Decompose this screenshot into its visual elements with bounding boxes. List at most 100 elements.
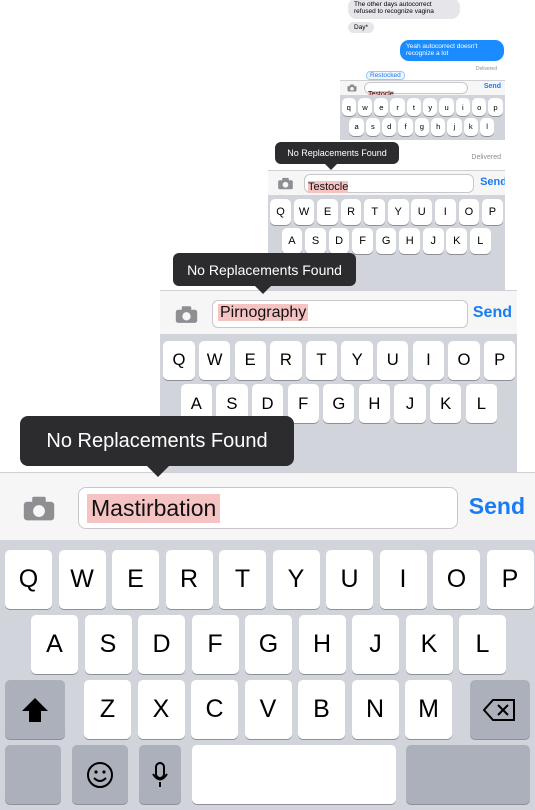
key-o[interactable]: o [472, 98, 487, 117]
numbers-key[interactable] [5, 745, 61, 804]
key-u[interactable]: U [326, 550, 373, 609]
key-l[interactable]: L [465, 383, 497, 424]
key-k[interactable]: K [446, 228, 468, 254]
key-y[interactable]: Y [387, 199, 409, 226]
key-i[interactable]: I [379, 550, 427, 609]
key-n[interactable]: N [351, 680, 399, 739]
emoji-key[interactable] [72, 745, 128, 804]
key-r[interactable]: R [270, 340, 302, 380]
key-k[interactable]: K [430, 383, 462, 424]
key-p[interactable]: p [488, 98, 503, 117]
key-l[interactable]: L [459, 615, 506, 674]
send-button[interactable]: Send [480, 176, 505, 188]
key-u[interactable]: U [377, 340, 409, 380]
key-h[interactable]: h [431, 117, 446, 136]
key-f[interactable]: F [287, 383, 319, 424]
send-button[interactable]: Send [484, 83, 501, 90]
key-t[interactable]: T [364, 199, 386, 226]
key-g[interactable]: G [375, 228, 397, 254]
key-r[interactable]: r [390, 98, 405, 117]
key-m[interactable]: M [405, 680, 452, 739]
key-e[interactable]: E [317, 199, 338, 226]
space-key[interactable] [192, 745, 396, 804]
shift-key[interactable] [5, 680, 65, 739]
key-i[interactable]: I [434, 199, 456, 226]
key-g[interactable]: G [245, 615, 292, 674]
key-u[interactable]: u [439, 98, 454, 117]
send-button[interactable]: Send [469, 493, 525, 520]
key-q[interactable]: Q [270, 199, 291, 226]
key-x[interactable]: X [137, 680, 185, 739]
key-p[interactable]: P [484, 340, 516, 380]
key-a[interactable]: a [349, 117, 364, 136]
key-i[interactable]: I [412, 340, 445, 380]
message-input[interactable]: Testocle [304, 174, 474, 193]
key-f[interactable]: f [398, 117, 413, 136]
key-h[interactable]: H [399, 228, 420, 254]
key-o[interactable]: O [458, 199, 480, 226]
key-p[interactable]: P [486, 550, 534, 609]
key-w[interactable]: w [357, 98, 373, 117]
key-s[interactable]: S [305, 228, 326, 254]
backspace-key[interactable] [470, 680, 530, 739]
key-g[interactable]: g [414, 117, 430, 136]
key-q[interactable]: Q [5, 550, 52, 609]
key-f[interactable]: F [191, 615, 239, 674]
camera-icon[interactable] [347, 84, 357, 92]
key-e[interactable]: e [374, 98, 389, 117]
key-l[interactable]: L [469, 228, 491, 254]
key-v[interactable]: V [244, 680, 292, 739]
key-e[interactable]: E [112, 550, 159, 609]
camera-icon[interactable] [277, 177, 294, 190]
key-j[interactable]: J [352, 615, 399, 674]
key-t[interactable]: T [219, 550, 266, 609]
key-q[interactable]: Q [163, 340, 195, 380]
key-l[interactable]: l [479, 117, 495, 136]
key-k[interactable]: k [463, 117, 478, 136]
key-a[interactable]: A [281, 228, 303, 254]
key-t[interactable]: t [406, 98, 422, 117]
key-s[interactable]: s [365, 117, 381, 136]
key-k[interactable]: K [405, 615, 453, 674]
key-j[interactable]: J [422, 228, 444, 254]
message-input[interactable]: Testocle [364, 82, 468, 98]
key-f[interactable]: F [352, 228, 373, 254]
key-q[interactable]: q [341, 98, 356, 117]
key-b[interactable]: B [298, 680, 345, 739]
key-i[interactable]: i [455, 98, 471, 117]
key-o[interactable]: O [448, 340, 480, 380]
key-w[interactable]: W [198, 340, 231, 380]
send-button[interactable]: Send [473, 304, 512, 322]
camera-icon[interactable] [174, 305, 199, 324]
camera-icon[interactable] [20, 495, 58, 522]
key-a[interactable]: A [31, 615, 78, 674]
autocorrect-suggestion[interactable]: Restocked [366, 71, 405, 80]
key-w[interactable]: W [58, 550, 106, 609]
return-key[interactable] [406, 745, 530, 804]
message-input[interactable]: Mastirbation [78, 487, 458, 529]
key-e[interactable]: E [234, 340, 266, 380]
key-p[interactable]: P [482, 199, 503, 226]
key-r[interactable]: R [165, 550, 213, 609]
message-input[interactable]: Pirnography [212, 300, 468, 328]
dictation-key[interactable] [139, 745, 181, 804]
key-j[interactable]: J [394, 383, 426, 424]
key-h[interactable]: H [298, 615, 346, 674]
key-y[interactable]: y [423, 98, 438, 117]
key-o[interactable]: O [433, 550, 480, 609]
key-r[interactable]: R [340, 199, 362, 226]
key-d[interactable]: D [328, 228, 350, 254]
key-y[interactable]: Y [341, 340, 373, 380]
key-h[interactable]: H [358, 383, 391, 424]
key-j[interactable]: j [447, 117, 462, 136]
key-w[interactable]: W [293, 199, 315, 226]
key-s[interactable]: S [84, 615, 132, 674]
key-c[interactable]: C [191, 680, 238, 739]
key-g[interactable]: G [323, 383, 355, 424]
key-d[interactable]: d [382, 117, 397, 136]
key-z[interactable]: Z [84, 680, 131, 739]
key-d[interactable]: D [138, 615, 185, 674]
key-y[interactable]: Y [272, 550, 320, 609]
key-t[interactable]: T [305, 340, 338, 380]
key-u[interactable]: U [411, 199, 433, 226]
